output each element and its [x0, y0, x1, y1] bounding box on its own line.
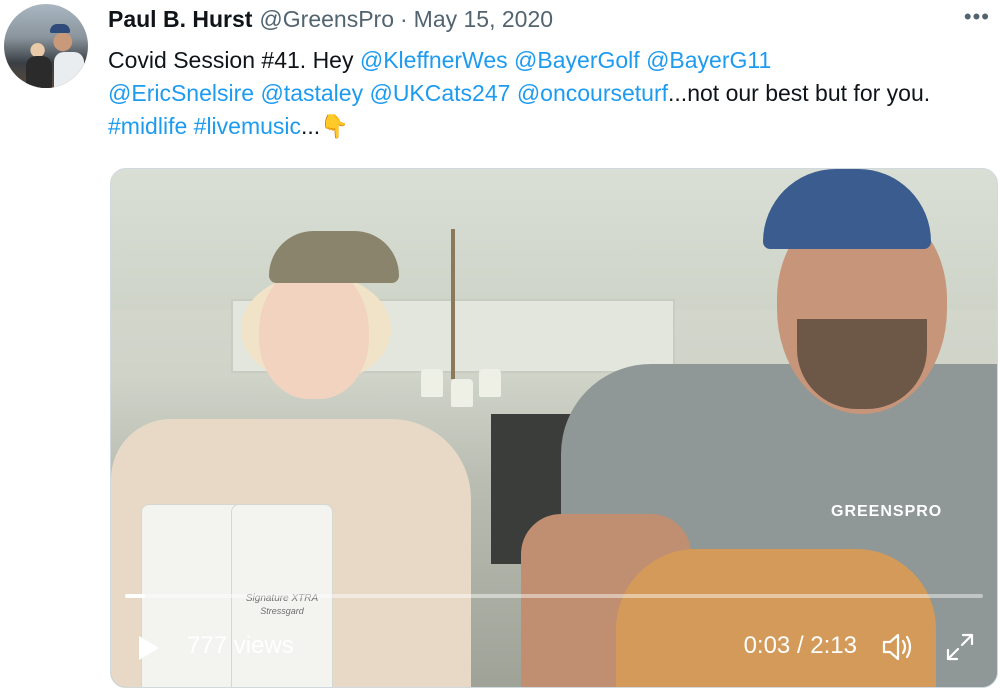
avatar-figure-left: [26, 56, 52, 88]
video-time: 0:03 / 2:13: [743, 632, 857, 659]
video-controls: 777 views 0:03 / 2:13: [111, 614, 997, 674]
more-horizontal-icon[interactable]: •••: [964, 4, 990, 30]
mention-link[interactable]: @UKCats247: [369, 80, 510, 106]
mention-link[interactable]: @EricSnelsire: [108, 80, 254, 106]
mention-link[interactable]: @oncourseturf: [517, 80, 668, 106]
tweet-text-segment: ...not our best but for you.: [668, 80, 931, 106]
play-icon[interactable]: [139, 636, 159, 660]
fullscreen-icon[interactable]: [945, 632, 975, 662]
video-person-woman-cap: [269, 231, 399, 283]
separator-dot: ·: [400, 5, 408, 32]
tweet-date[interactable]: May 15, 2020: [414, 6, 553, 33]
tweet-text-segment: Covid Session #41. Hey: [108, 47, 360, 73]
avatar-figure-right: [54, 52, 84, 88]
video-person-woman-face: [259, 264, 369, 399]
avatar[interactable]: [4, 4, 88, 88]
mention-link[interactable]: @KleffnerWes: [360, 47, 508, 73]
mention-link[interactable]: @tastaley: [260, 80, 363, 106]
video-progress-bar[interactable]: [125, 594, 983, 598]
video-progress-fill: [125, 594, 145, 598]
hashtag-link[interactable]: #livemusic: [194, 113, 301, 139]
tweet-text-segment: ...: [301, 113, 321, 139]
author-name[interactable]: Paul B. Hurst: [108, 6, 252, 33]
hashtag-link[interactable]: #midlife: [108, 113, 187, 139]
tweet-header: Paul B. Hurst @GreensPro · May 15, 2020: [108, 3, 553, 35]
video-scene-chandelier: [411, 229, 501, 459]
video-player[interactable]: Signature XTRA Stressgard GREENSPRO 777 …: [110, 168, 998, 688]
mention-link[interactable]: @BayerG11: [646, 47, 771, 73]
shirt-logo: GREENSPRO: [831, 503, 943, 520]
pointing-down-emoji: 👇: [320, 113, 349, 139]
tweet-text: Covid Session #41. Hey @KleffnerWes @Bay…: [108, 44, 994, 143]
volume-icon[interactable]: [881, 632, 915, 662]
mention-link[interactable]: @BayerGolf: [514, 47, 640, 73]
avatar-cap: [50, 24, 70, 33]
author-handle[interactable]: @GreensPro: [259, 6, 394, 33]
view-count: 777 views: [187, 632, 294, 659]
